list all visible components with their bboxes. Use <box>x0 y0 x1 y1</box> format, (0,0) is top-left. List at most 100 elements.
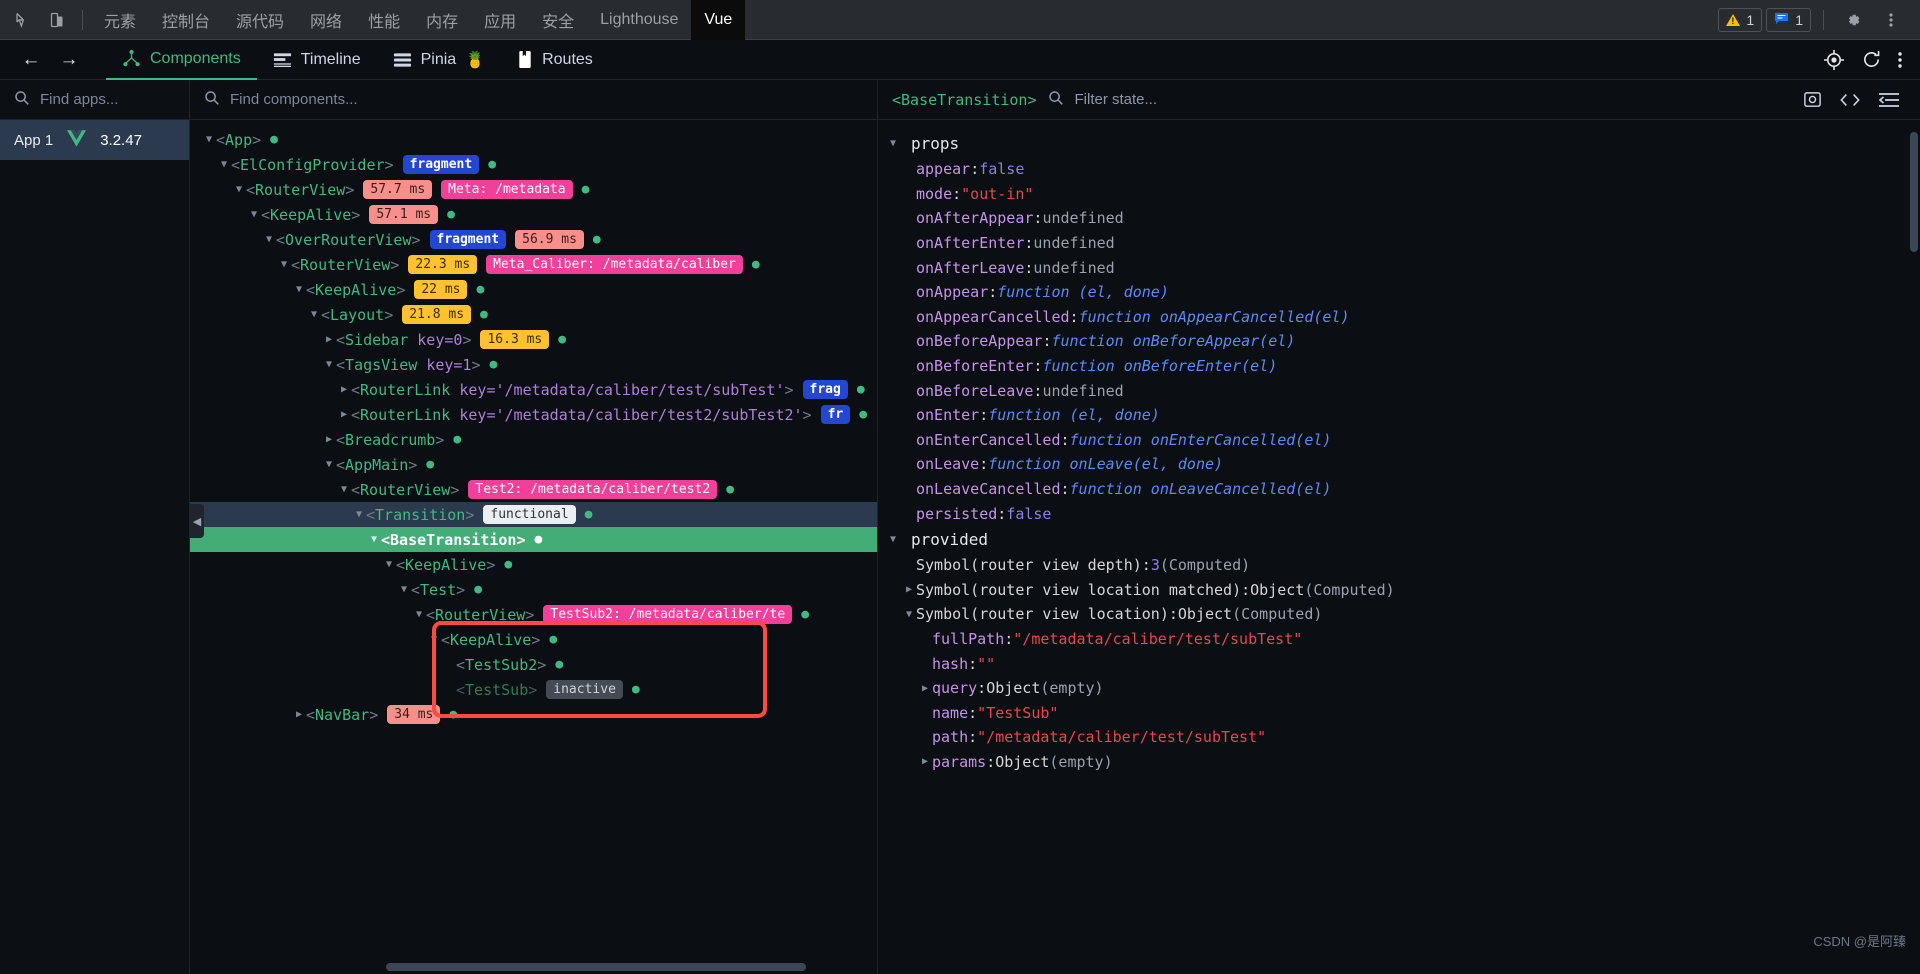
tree-row[interactable]: <KeepAlive> 22 ms ● <box>190 277 877 302</box>
inspect-icon[interactable] <box>6 6 40 34</box>
vue-tab-pinia[interactable]: Pinia 🍍 <box>377 40 502 80</box>
message-badge[interactable]: 1 <box>1766 7 1811 32</box>
detail-property-row[interactable]: onAppearCancelled: function onAppearCanc… <box>878 305 1920 330</box>
detail-property-row[interactable]: onLeave: function onLeave(el, done) <box>878 452 1920 477</box>
tree-horizontal-scrollbar[interactable] <box>386 963 806 971</box>
tree-row[interactable]: <BaseTransition> ● <box>190 527 877 552</box>
tree-row[interactable]: <Breadcrumb> ● <box>190 427 877 452</box>
detail-property-row[interactable]: onEnterCancelled: function onEnterCancel… <box>878 428 1920 453</box>
chevron-down-icon[interactable] <box>412 609 426 620</box>
devtools-tab-0[interactable]: 元素 <box>91 0 149 40</box>
tree-row[interactable]: <Test> ● <box>190 577 877 602</box>
devtools-tab-4[interactable]: 性能 <box>355 0 413 40</box>
vue-tab-routes[interactable]: Routes <box>501 40 609 80</box>
find-apps-search[interactable]: Find apps... <box>0 80 189 120</box>
code-icon[interactable] <box>1840 92 1860 108</box>
chevron-down-icon[interactable] <box>292 284 306 295</box>
devtools-tab-3[interactable]: 网络 <box>297 0 355 40</box>
detail-property-row[interactable]: onBeforeLeave: undefined <box>878 378 1920 403</box>
detail-property-row[interactable]: path: "/metadata/caliber/test/subTest" <box>878 725 1920 750</box>
tree-row[interactable]: <TestSub2> ● <box>190 652 877 677</box>
detail-property-row[interactable]: onLeaveCancelled: function onLeaveCancel… <box>878 477 1920 502</box>
devtools-tab-5[interactable]: 内存 <box>413 0 471 40</box>
detail-section-props[interactable]: ▼ props <box>878 130 1920 157</box>
detail-property-row[interactable]: onAfterEnter: undefined <box>878 231 1920 256</box>
chevron-down-icon[interactable] <box>202 134 216 145</box>
tree-row[interactable]: <TagsView key=1> ● <box>190 352 877 377</box>
tree-row[interactable]: <AppMain> ● <box>190 452 877 477</box>
nav-back-button[interactable]: ← <box>12 45 50 75</box>
tree-row[interactable]: <KeepAlive> 57.1 ms ● <box>190 202 877 227</box>
chevron-down-icon[interactable]: ▼ <box>890 138 902 149</box>
tree-row[interactable]: <RouterLink key='/metadata/caliber/test2… <box>190 402 877 427</box>
detail-property-row[interactable]: fullPath: "/metadata/caliber/test/subTes… <box>878 627 1920 652</box>
chevron-down-icon[interactable] <box>427 634 441 645</box>
chevron-right-icon[interactable]: ▶ <box>902 584 916 595</box>
find-components-search[interactable]: Find components... <box>190 80 877 120</box>
detail-vertical-scrollbar[interactable] <box>1910 132 1918 252</box>
tree-row[interactable]: <KeepAlive> ● <box>190 627 877 652</box>
detail-section-provided[interactable]: ▼ provided <box>878 526 1920 553</box>
tree-row[interactable]: <RouterView> Test2: /metadata/caliber/tes… <box>190 477 877 502</box>
tree-row[interactable]: <KeepAlive> ● <box>190 552 877 577</box>
detail-property-row[interactable]: ▶ params: Object (empty) <box>878 750 1920 775</box>
tree-row[interactable]: <OverRouterView> fragment 56.9 ms ● <box>190 227 877 252</box>
detail-property-row[interactable]: onAfterAppear: undefined <box>878 206 1920 231</box>
tree-row[interactable]: <RouterView> TestSub2: /metadata/caliber/… <box>190 602 877 627</box>
chevron-down-icon[interactable] <box>262 234 276 245</box>
filter-state-placeholder[interactable]: Filter state... <box>1075 91 1158 108</box>
gear-icon[interactable] <box>1836 6 1870 34</box>
detail-property-row[interactable]: hash: "" <box>878 651 1920 676</box>
chevron-right-icon[interactable]: ▶ <box>918 756 932 767</box>
chevron-down-icon[interactable]: ▼ <box>902 609 916 620</box>
open-in-editor-icon[interactable] <box>1803 90 1822 109</box>
chevron-right-icon[interactable] <box>337 409 351 420</box>
vue-tab-components[interactable]: Components <box>106 40 257 80</box>
chevron-right-icon[interactable] <box>292 709 306 720</box>
more-icon[interactable] <box>1874 6 1908 34</box>
detail-property-row[interactable]: onBeforeAppear: function onBeforeAppear(… <box>878 329 1920 354</box>
detail-property-row[interactable]: onAfterLeave: undefined <box>878 255 1920 280</box>
detail-property-row[interactable]: Symbol(router view depth): 3 (Computed) <box>878 553 1920 578</box>
tree-row[interactable]: <TestSub> inactive ● <box>190 677 877 702</box>
tree-row[interactable]: <Transition> functional ● <box>190 502 877 527</box>
nav-forward-button[interactable]: → <box>50 45 88 75</box>
chevron-right-icon[interactable]: ▶ <box>918 683 932 694</box>
chevron-right-icon[interactable] <box>322 434 336 445</box>
devtools-tab-8[interactable]: Lighthouse <box>587 0 691 40</box>
devtools-tab-2[interactable]: 源代码 <box>223 0 297 40</box>
devtools-tab-6[interactable]: 应用 <box>471 0 529 40</box>
detail-property-row[interactable]: ▼ Symbol(router view location): Object (C… <box>878 602 1920 627</box>
chevron-down-icon[interactable] <box>337 484 351 495</box>
warning-badge[interactable]: 1 <box>1718 7 1763 32</box>
chevron-down-icon[interactable] <box>397 584 411 595</box>
devtools-tab-7[interactable]: 安全 <box>529 0 587 40</box>
tree-row[interactable]: <App> ● <box>190 127 877 152</box>
detail-property-row[interactable]: appear: false <box>878 157 1920 182</box>
chevron-down-icon[interactable] <box>322 459 336 470</box>
tree-row[interactable]: <NavBar> 34 ms ● <box>190 702 877 727</box>
tree-row[interactable]: <Layout> 21.8 ms ● <box>190 302 877 327</box>
detail-property-row[interactable]: persisted: false <box>878 501 1920 526</box>
chevron-down-icon[interactable] <box>367 534 381 545</box>
detail-property-row[interactable]: onBeforeEnter: function onBeforeEnter(el… <box>878 354 1920 379</box>
tree-row[interactable]: <Sidebar key=0> 16.3 ms ● <box>190 327 877 352</box>
chevron-down-icon[interactable] <box>352 509 366 520</box>
vue-tab-timeline[interactable]: Timeline <box>257 40 377 80</box>
devtools-tab-9[interactable]: Vue <box>691 0 746 40</box>
devtools-tab-1[interactable]: 控制台 <box>149 0 223 40</box>
detail-property-row[interactable]: onAppear: function (el, done) <box>878 280 1920 305</box>
detail-property-row[interactable]: ▶ Symbol(router view location matched): O… <box>878 578 1920 603</box>
refresh-icon[interactable] <box>1861 49 1882 70</box>
tree-row[interactable]: <RouterView> 57.7 ms Meta: /metadata ● <box>190 177 877 202</box>
detail-property-row[interactable]: onEnter: function (el, done) <box>878 403 1920 428</box>
detail-property-row[interactable]: ▶ query: Object (empty) <box>878 676 1920 701</box>
device-toolbar-icon[interactable] <box>40 6 74 34</box>
chevron-down-icon[interactable] <box>307 309 321 320</box>
collapse-tree-handle[interactable]: ◀ <box>190 504 204 538</box>
collapse-icon[interactable] <box>1878 92 1900 108</box>
chevron-down-icon[interactable] <box>232 184 246 195</box>
tree-row[interactable]: <RouterView> 22.3 ms Meta_Caliber: /metada… <box>190 252 877 277</box>
app-list-item-app-1[interactable]: App 1 3.2.47 <box>0 120 189 160</box>
chevron-down-icon[interactable] <box>247 209 261 220</box>
